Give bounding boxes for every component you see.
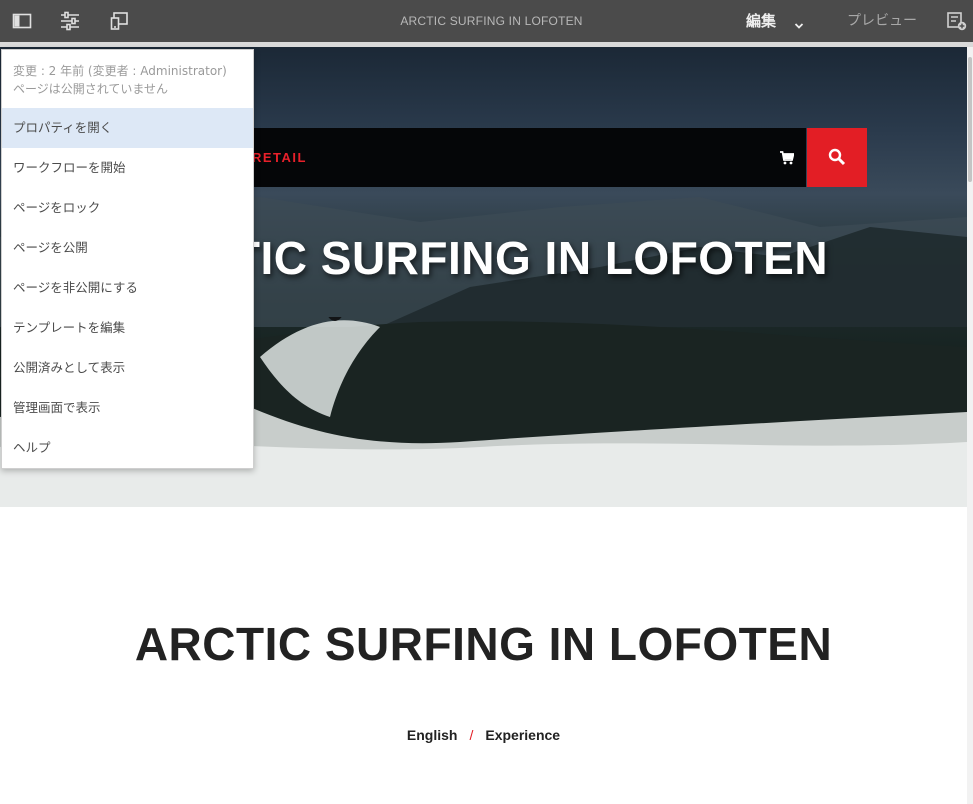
menu-item-lock-page[interactable]: ページをロック xyxy=(2,188,253,228)
search-icon xyxy=(828,148,846,166)
page-title-toolbar: ARCTIC SURFING IN LOFOTEN xyxy=(400,14,583,28)
modified-text: 変更 : 2 年前 (変更者 : Administrator) xyxy=(13,64,227,78)
annotation-icon[interactable] xyxy=(947,11,967,31)
breadcrumb-separator: / xyxy=(469,727,474,743)
menu-item-view-as-published[interactable]: 公開済みとして表示 xyxy=(2,348,253,388)
menu-item-open-properties[interactable]: プロパティを開く xyxy=(2,108,253,148)
menu-item-publish-page[interactable]: ページを公開 xyxy=(2,228,253,268)
search-button[interactable] xyxy=(807,128,867,187)
menu-item-help[interactable]: ヘルプ xyxy=(2,428,253,468)
breadcrumb-item-experience[interactable]: Experience xyxy=(485,727,560,743)
menu-item-edit-template[interactable]: テンプレートを編集 xyxy=(2,308,253,348)
breadcrumb: English / Experience xyxy=(0,727,967,743)
cart-icon[interactable] xyxy=(780,150,795,165)
mode-selector[interactable]: 編集 xyxy=(746,0,776,42)
article-title: ARCTIC SURFING IN LOFOTEN xyxy=(134,618,833,670)
preview-button[interactable]: プレビュー xyxy=(847,0,917,42)
page-information-menu: 変更 : 2 年前 (変更者 : Administrator) ページは公開され… xyxy=(1,49,254,469)
chevron-down-icon[interactable] xyxy=(794,16,804,29)
menu-item-view-in-admin[interactable]: 管理画面で表示 xyxy=(2,388,253,428)
scrollbar-thumb[interactable] xyxy=(968,57,972,182)
menu-item-unpublish-page[interactable]: ページを非公開にする xyxy=(2,268,253,308)
menu-list: プロパティを開く ワークフローを開始 ページをロック ページを公開 ページを非公… xyxy=(2,108,253,468)
page-status: 変更 : 2 年前 (変更者 : Administrator) ページは公開され… xyxy=(2,50,253,108)
editor-toolbar: ARCTIC SURFING IN LOFOTEN 編集 プレビュー xyxy=(0,0,973,42)
brand-link[interactable]: RETAIL xyxy=(252,128,307,187)
publish-status-text: ページは公開されていません xyxy=(13,82,169,96)
page-scrollbar[interactable] xyxy=(967,47,973,804)
menu-item-start-workflow[interactable]: ワークフローを開始 xyxy=(2,148,253,188)
breadcrumb-item-english[interactable]: English xyxy=(407,727,458,743)
